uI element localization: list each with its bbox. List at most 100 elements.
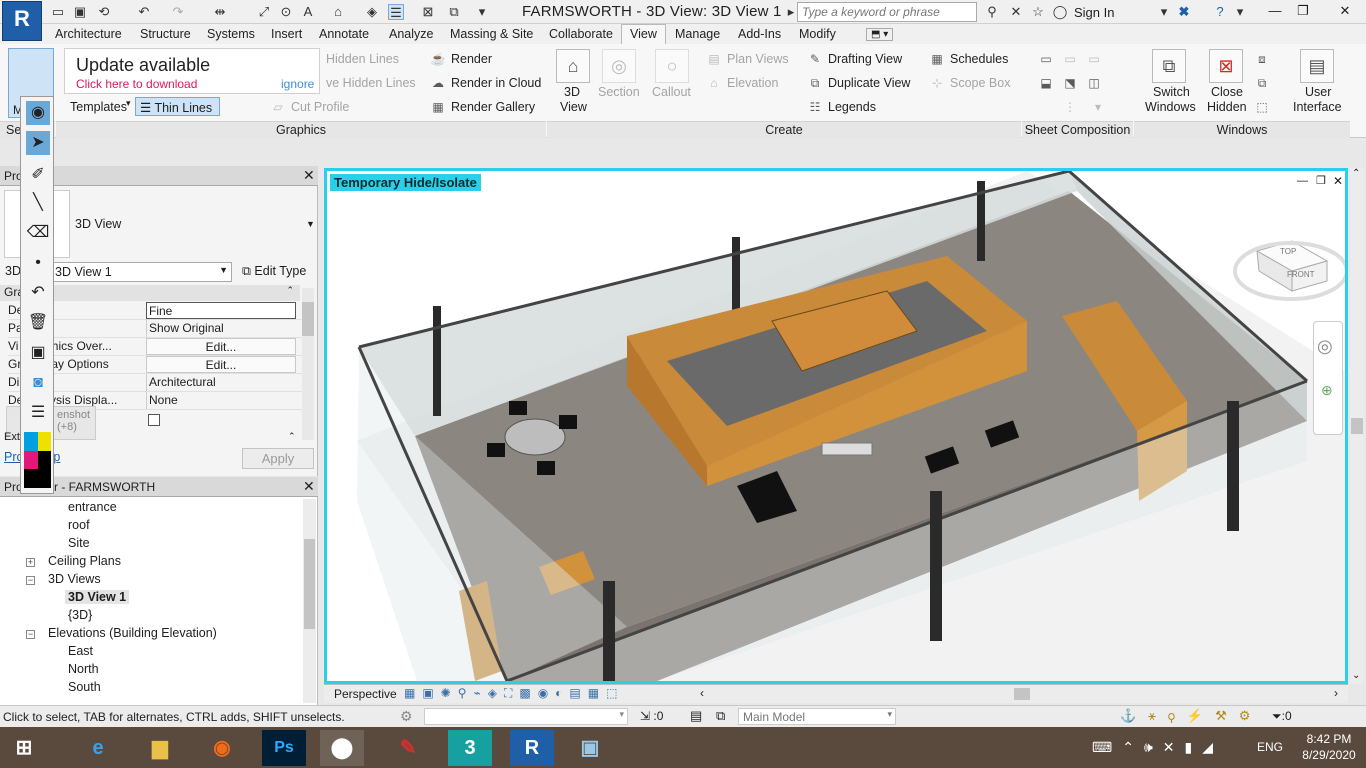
extents-group[interactable]: Ext: [4, 431, 20, 443]
subscription-icon[interactable]: ✕: [1008, 4, 1024, 20]
instance-selector[interactable]: 3D View 1 ▼: [50, 262, 232, 282]
vertical-scroll-thumb[interactable]: [1351, 418, 1363, 434]
tab-systems[interactable]: Systems: [207, 27, 255, 41]
binoculars-icon[interactable]: ⚲: [984, 4, 1000, 20]
plan-views-button[interactable]: Plan Views: [727, 52, 789, 66]
legends-button[interactable]: Legends: [828, 100, 876, 114]
duplicate-view-button[interactable]: Duplicate View: [828, 76, 910, 90]
title-block-icon[interactable]: ▭: [1062, 51, 1078, 67]
browser-item-east[interactable]: East: [68, 644, 93, 658]
minimize-window-icon[interactable]: —: [1260, 2, 1290, 22]
scroll-left-icon[interactable]: ‹: [700, 686, 704, 700]
property-checkbox[interactable]: [148, 414, 160, 426]
close-hidden-label-2[interactable]: Hidden: [1207, 100, 1247, 114]
pointer-icon[interactable]: ➤: [26, 131, 50, 155]
photos-icon[interactable]: ▣: [568, 730, 612, 766]
perspective-label[interactable]: Perspective: [334, 687, 397, 701]
exchange-icon[interactable]: ✖: [1176, 4, 1192, 20]
explorer-icon[interactable]: ▆: [138, 730, 182, 766]
worksharing-icon[interactable]: ⚙: [400, 708, 413, 725]
browser-item-elevations[interactable]: Elevations (Building Elevation): [48, 626, 217, 640]
qat-dropdown-icon[interactable]: ▾: [474, 4, 490, 20]
3d-icon[interactable]: ⌂: [330, 4, 346, 20]
open-icon[interactable]: ▭: [50, 4, 66, 20]
application-menu-button[interactable]: R: [2, 1, 42, 41]
close-hidden-qat-icon[interactable]: ⊠: [420, 4, 436, 20]
ie-icon[interactable]: e: [76, 730, 120, 766]
edit-type-button[interactable]: ⧉ Edit Type: [242, 264, 306, 279]
thin-lines-qat-icon[interactable]: ☰: [388, 4, 404, 20]
create-panel-title[interactable]: Create: [547, 121, 1021, 138]
filter-count[interactable]: ⏷:0: [1272, 709, 1292, 724]
trash-icon[interactable]: 🗑: [26, 311, 50, 335]
help-dropdown-icon[interactable]: ▾: [1232, 4, 1248, 20]
sheet-composition-panel-title[interactable]: Sheet Composition: [1022, 121, 1133, 138]
sign-in-link[interactable]: Sign In: [1074, 5, 1114, 20]
callout-button[interactable]: Callout: [652, 85, 691, 99]
cascade-icon[interactable]: ⧉: [1254, 75, 1270, 91]
browser-item-entrance[interactable]: entrance: [68, 500, 117, 514]
camera-icon[interactable]: ◙: [26, 371, 50, 395]
tab-add-ins[interactable]: Add-Ins: [738, 27, 781, 41]
design-options-icon[interactable]: ⧉: [716, 708, 725, 724]
vg-overrides-edit-button[interactable]: Edit...: [146, 338, 296, 355]
browser-item-south[interactable]: South: [68, 680, 101, 694]
tab-architecture[interactable]: Architecture: [55, 27, 122, 41]
switch-windows-label-2[interactable]: Windows: [1145, 100, 1196, 114]
panel-options-icon[interactable]: ⬒ ▾: [866, 28, 894, 41]
undo-draw-icon[interactable]: ↶: [26, 281, 50, 305]
whiteboard-icon[interactable]: ✎: [386, 730, 430, 766]
elevation-button[interactable]: Elevation: [727, 76, 778, 90]
black-swatch-3[interactable]: [37, 469, 51, 488]
design-option-field[interactable]: Main Model ▾: [738, 708, 896, 725]
switch-windows-label[interactable]: Switch: [1153, 85, 1190, 99]
section-icon[interactable]: ◈: [364, 4, 380, 20]
black-swatch-2[interactable]: [24, 469, 38, 488]
measure-icon[interactable]: ⇹: [212, 4, 228, 20]
eye-icon[interactable]: ◉: [26, 101, 50, 125]
close-window-icon[interactable]: ✕: [1330, 2, 1360, 22]
windows-panel-title[interactable]: Windows: [1134, 121, 1350, 138]
3d-view-label[interactable]: 3D: [564, 85, 580, 99]
collapse-toggle-icon[interactable]: −: [26, 576, 35, 585]
design-option-dropdown-icon[interactable]: ▾: [887, 709, 892, 720]
tab-insert[interactable]: Insert: [271, 27, 302, 41]
tab-collaborate[interactable]: Collaborate: [549, 27, 613, 41]
properties-scrollbar[interactable]: [302, 288, 314, 440]
revit-icon[interactable]: R: [510, 730, 554, 766]
cyan-swatch[interactable]: [24, 432, 38, 451]
replicate-icon[interactable]: ⧈: [1254, 51, 1270, 67]
clipboard-icon[interactable]: ☰: [26, 401, 50, 425]
cut-profile-button[interactable]: Cut Profile: [291, 100, 349, 114]
restore-window-icon[interactable]: ❐: [1288, 2, 1318, 22]
graphics-panel-title[interactable]: Graphics: [56, 121, 546, 138]
templates-dropdown[interactable]: Templates: [70, 100, 127, 114]
tile-icon[interactable]: ⬚: [1254, 99, 1270, 115]
apply-button[interactable]: Apply: [242, 448, 314, 469]
browser-item-ceiling-plans[interactable]: Ceiling Plans: [48, 554, 121, 568]
browser-scrollbar[interactable]: [303, 499, 316, 703]
instance-dropdown-icon[interactable]: ▼: [219, 265, 228, 275]
switch-windows-qat-icon[interactable]: ⧉: [446, 4, 462, 20]
steering-wheel-icon[interactable]: ◎: [1317, 336, 1333, 357]
eraser-icon[interactable]: ⌫: [26, 221, 50, 245]
properties-scroll-thumb[interactable]: [302, 302, 314, 336]
tray-icons[interactable]: ⌨⌃🕪✕▮◢: [1092, 739, 1223, 756]
editable-only-icon[interactable]: ▤: [690, 708, 702, 724]
view-reference-icon[interactable]: ⋮: [1062, 99, 1078, 115]
display-options-edit-button[interactable]: Edit...: [146, 356, 296, 373]
type-selector-icon[interactable]: ▼: [306, 219, 315, 229]
collapse-group-icon[interactable]: ⌃: [286, 285, 294, 296]
windows-start-icon[interactable]: ⊞: [2, 730, 46, 766]
close-hidden-label[interactable]: Close: [1211, 85, 1243, 99]
search-input[interactable]: Type a keyword or phrase: [797, 2, 977, 22]
browser-close-icon[interactable]: ✕: [303, 478, 315, 495]
sync-icon[interactable]: ⟲: [96, 4, 112, 20]
favorites-icon[interactable]: ☆: [1030, 4, 1046, 20]
remove-hidden-lines[interactable]: ve Hidden Lines: [326, 76, 416, 90]
undo-icon[interactable]: ↶: [136, 4, 152, 20]
section-button[interactable]: Section: [598, 85, 640, 99]
place-view-icon[interactable]: ⬓: [1038, 75, 1054, 91]
thin-lines-button[interactable]: ☰ Thin Lines: [135, 97, 220, 116]
tab-annotate[interactable]: Annotate: [319, 27, 369, 41]
